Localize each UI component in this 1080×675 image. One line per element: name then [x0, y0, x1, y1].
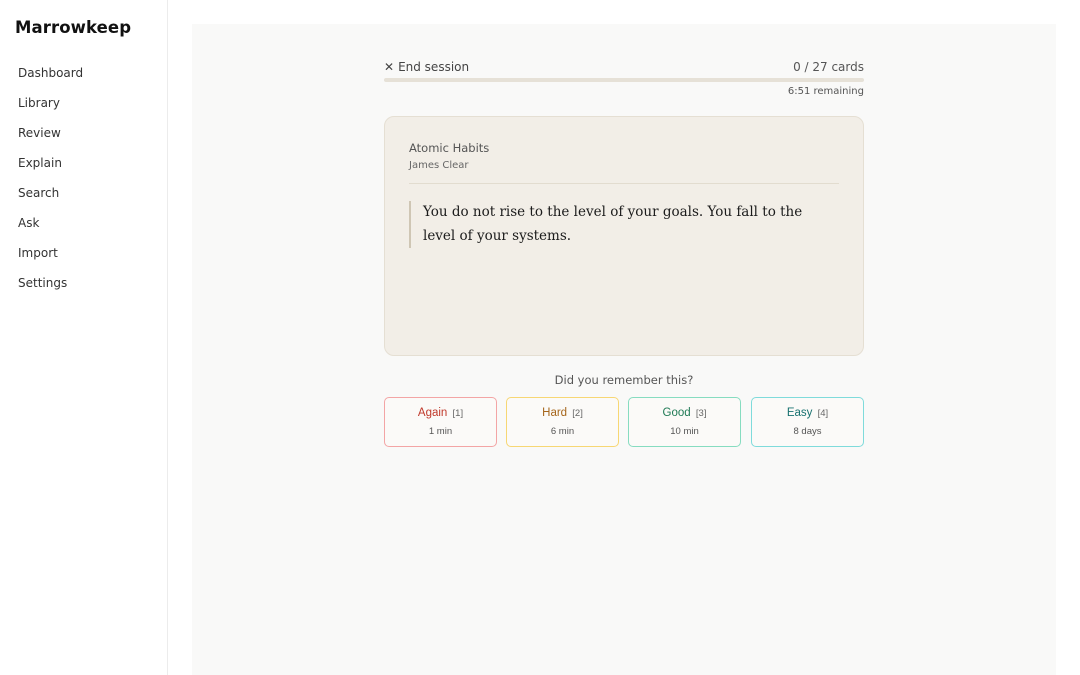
sidebar-item-settings[interactable]: Settings [0, 270, 167, 300]
close-icon: ✕ [384, 60, 395, 74]
sidebar-item-library[interactable]: Library [0, 90, 167, 120]
sidebar-item-explain[interactable]: Explain [0, 150, 167, 180]
time-remaining: 6:51 remaining [787, 86, 864, 97]
session-progress-bar [384, 78, 864, 82]
sidebar: Marrowkeep Dashboard Library Review Expl… [0, 0, 168, 675]
good-interval: 10 min [670, 426, 699, 437]
card-counter: 0 / 27 cards [793, 60, 864, 74]
session-topbar: ✕ End session 0 / 27 cards [384, 60, 864, 76]
again-interval: 1 min [428, 426, 453, 437]
hard-button[interactable]: Hard [2] 6 min [506, 397, 619, 447]
hard-interval: 6 min [550, 426, 575, 437]
book-title: Atomic Habits [409, 141, 490, 155]
main-panel: ✕ End session 0 / 27 cards 6:51 remaining… [192, 24, 1056, 675]
rating-buttons: Again [1] 1 min Hard [2] 6 min Good [3] … [384, 397, 864, 447]
good-shortcut: [3] [695, 408, 707, 419]
again-shortcut: [1] [452, 408, 464, 419]
sidebar-item-ask[interactable]: Ask [0, 210, 167, 240]
again-label: Again [417, 407, 448, 419]
sidebar-item-search[interactable]: Search [0, 180, 167, 210]
sidebar-item-dashboard[interactable]: Dashboard [0, 60, 167, 90]
app-root: Marrowkeep Dashboard Library Review Expl… [0, 0, 1080, 675]
end-session-label: End session [398, 60, 470, 74]
easy-button[interactable]: Easy [4] 8 days [751, 397, 864, 447]
easy-shortcut: [4] [817, 408, 829, 419]
again-button[interactable]: Again [1] 1 min [384, 397, 497, 447]
sidebar-item-review[interactable]: Review [0, 120, 167, 150]
recall-prompt: Did you remember this? [554, 373, 694, 387]
highlight-quote: You do not rise to the level of your goa… [409, 201, 829, 248]
good-label: Good [662, 407, 691, 419]
book-author: James Clear [409, 160, 469, 171]
easy-interval: 8 days [793, 426, 822, 437]
card-divider [409, 183, 839, 184]
end-session-button[interactable]: ✕ End session [384, 60, 469, 74]
easy-label: Easy [786, 407, 813, 419]
flashcard: Atomic Habits James Clear You do not ris… [384, 116, 864, 356]
brand-logo[interactable]: Marrowkeep [15, 18, 131, 37]
hard-label: Hard [542, 407, 568, 419]
sidebar-item-import[interactable]: Import [0, 240, 167, 270]
good-button[interactable]: Good [3] 10 min [628, 397, 741, 447]
sidebar-nav: Dashboard Library Review Explain Search … [0, 60, 167, 300]
hard-shortcut: [2] [572, 408, 583, 419]
